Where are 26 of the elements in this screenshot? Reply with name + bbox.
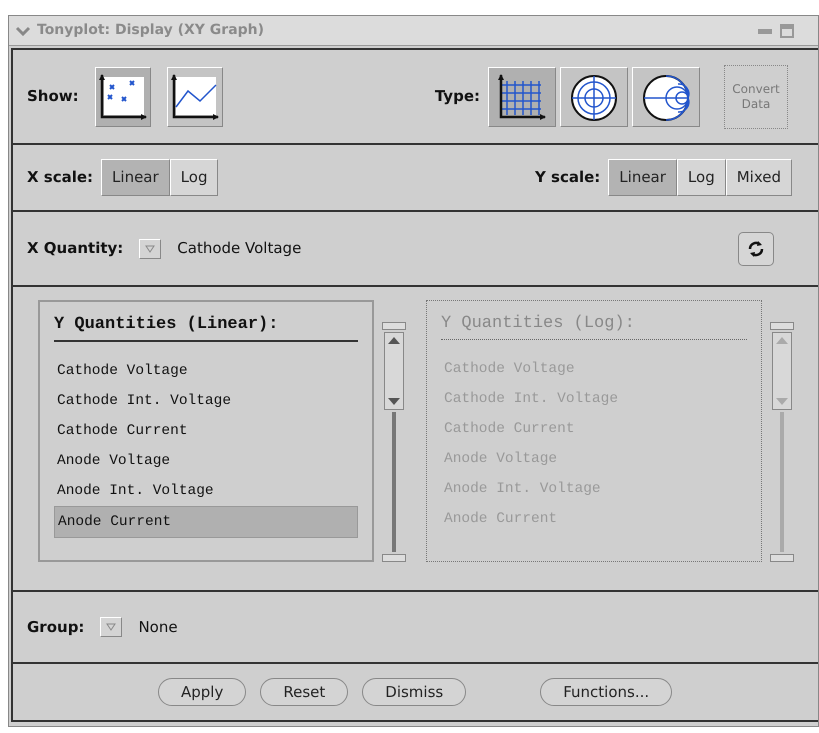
list-title: Y Quantities (Log): (441, 311, 747, 340)
scale-option[interactable]: Linear (101, 159, 170, 196)
scale-option[interactable]: Log (676, 159, 726, 196)
x-scale-label: X scale: (27, 167, 94, 188)
window-title: Tonyplot: Display (XY Graph) (37, 21, 264, 40)
x-quantity-label: X Quantity: (27, 238, 124, 260)
list-item[interactable]: Anode Current (54, 506, 358, 538)
x-quantity-value: Cathode Voltage (177, 238, 302, 260)
list-item[interactable]: Cathode Voltage (54, 356, 358, 386)
dialog-button[interactable]: Apply (158, 678, 246, 706)
dialog-button[interactable]: Functions... (540, 678, 672, 706)
show-label: Show: (27, 86, 79, 108)
scale-option[interactable]: Log (170, 159, 218, 196)
group-label: Group: (27, 616, 84, 638)
list-item[interactable]: Anode Int. Voltage (54, 476, 358, 506)
list-item[interactable]: Cathode Int. Voltage (54, 386, 358, 416)
type-label: Type: (434, 86, 480, 108)
y-scale-label: Y scale: (534, 167, 600, 188)
list-item[interactable]: Anode Voltage (54, 446, 358, 476)
list-item[interactable]: Cathode Current (54, 416, 358, 446)
dialog-button[interactable]: Dismiss (362, 678, 466, 706)
scale-option[interactable]: Linear (608, 159, 677, 196)
scale-option[interactable]: Mixed (726, 159, 792, 196)
dialog-button[interactable]: Reset (260, 678, 348, 706)
list-title: Y Quantities (Linear): (54, 312, 358, 342)
group-value: None (138, 616, 178, 638)
